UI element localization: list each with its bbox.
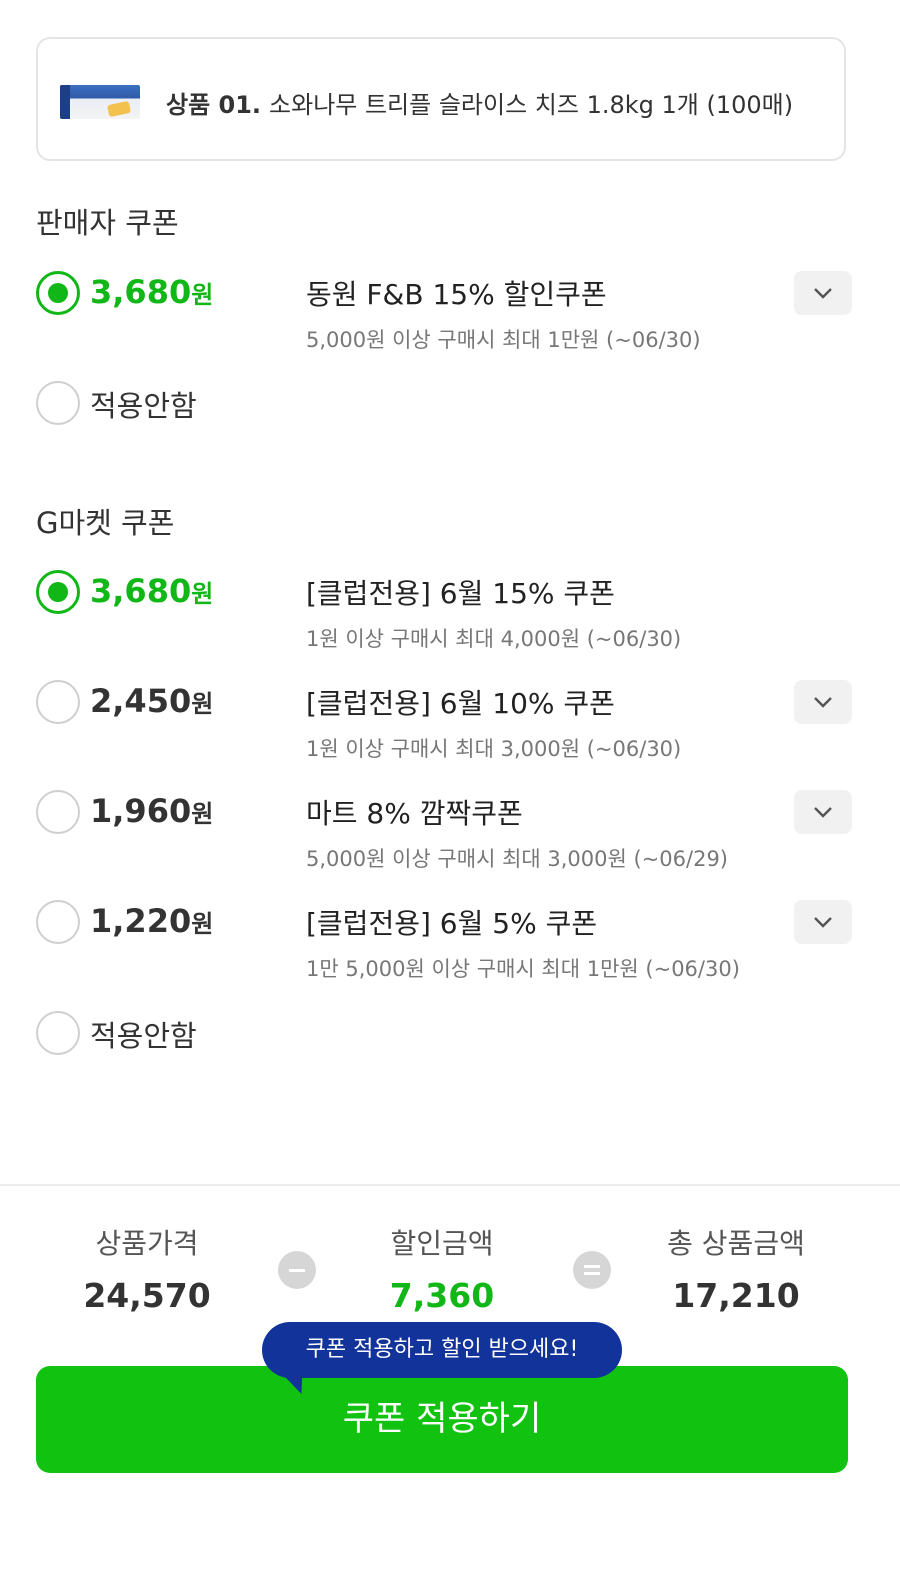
- coupon-radio[interactable]: [36, 1011, 80, 1055]
- coupon-row[interactable]: 1,960원 마트 8% 깜짝쿠폰 5,000원 이상 구매시 최대 3,000…: [0, 790, 900, 890]
- coupon-row-none[interactable]: 적용안함: [0, 381, 900, 481]
- coupon-row[interactable]: 3,680원 [클럽전용] 6월 15% 쿠폰 1원 이상 구매시 최대 4,0…: [0, 570, 900, 670]
- equals-icon: [573, 1251, 611, 1289]
- coupon-amount: 1,960원: [90, 792, 214, 830]
- expand-coupon-button[interactable]: [794, 790, 852, 834]
- expand-coupon-button[interactable]: [794, 900, 852, 944]
- product-label: 상품 01.: [166, 91, 262, 119]
- coupon-radio-selected[interactable]: [36, 271, 80, 315]
- discount-label: 할인금액: [390, 1227, 494, 1260]
- coupon-condition: 1만 5,000원 이상 구매시 최대 1만원 (~06/30): [306, 957, 740, 981]
- coupon-amount: 3,680원: [90, 273, 214, 311]
- expand-coupon-button[interactable]: [794, 680, 852, 724]
- coupon-radio[interactable]: [36, 680, 80, 724]
- coupon-name: 동원 F&B 15% 할인쿠폰: [306, 278, 607, 311]
- price-label: 상품가격: [95, 1227, 199, 1260]
- apply-coupon-button[interactable]: 쿠폰 적용하기: [36, 1366, 848, 1473]
- coupon-row-none[interactable]: 적용안함: [0, 1011, 900, 1111]
- coupon-amount: 2,450원: [90, 682, 214, 720]
- coupon-radio[interactable]: [36, 900, 80, 944]
- total-label: 총 상품금액: [667, 1227, 805, 1260]
- total-value: 17,210: [672, 1276, 800, 1315]
- minus-icon: [278, 1251, 316, 1289]
- product-title: 상품 01. 소와나무 트리플 슬라이스 치즈 1.8kg 1개 (100매): [166, 85, 793, 120]
- coupon-row[interactable]: 3,680원 동원 F&B 15% 할인쿠폰 5,000원 이상 구매시 최대 …: [0, 271, 900, 371]
- coupon-name: [클럽전용] 6월 15% 쿠폰: [306, 577, 615, 610]
- cheese-package-thumbnail: [60, 85, 140, 119]
- coupon-condition: 1원 이상 구매시 최대 4,000원 (~06/30): [306, 627, 682, 651]
- product-card: 상품 01. 소와나무 트리플 슬라이스 치즈 1.8kg 1개 (100매): [36, 37, 846, 161]
- coupon-amount: 1,220원: [90, 902, 214, 940]
- coupon-tooltip: 쿠폰 적용하고 할인 받으세요!: [262, 1322, 622, 1378]
- no-coupon-label: 적용안함: [90, 1019, 197, 1053]
- product-name: 소와나무 트리플 슬라이스 치즈 1.8kg 1개 (100매): [269, 91, 794, 119]
- chevron-down-icon: [814, 917, 832, 928]
- seller-coupon-title: 판매자 쿠폰: [36, 206, 179, 240]
- coupon-row[interactable]: 2,450원 [클럽전용] 6월 10% 쿠폰 1원 이상 구매시 최대 3,0…: [0, 680, 900, 780]
- total-summary: 총 상품금액 17,210: [616, 1222, 856, 1315]
- coupon-name: [클럽전용] 6월 5% 쿠폰: [306, 907, 598, 940]
- price-summary: 상품가격 24,570: [27, 1222, 267, 1315]
- coupon-radio-selected[interactable]: [36, 570, 80, 614]
- coupon-condition: 5,000원 이상 구매시 최대 3,000원 (~06/29): [306, 847, 728, 871]
- chevron-down-icon: [814, 288, 832, 299]
- coupon-radio[interactable]: [36, 790, 80, 834]
- coupon-condition: 1원 이상 구매시 최대 3,000원 (~06/30): [306, 737, 682, 761]
- chevron-down-icon: [814, 807, 832, 818]
- expand-coupon-button[interactable]: [794, 271, 852, 315]
- coupon-amount: 3,680원: [90, 572, 214, 610]
- coupon-radio[interactable]: [36, 381, 80, 425]
- chevron-down-icon: [814, 697, 832, 708]
- discount-summary: 할인금액 7,360: [322, 1222, 562, 1315]
- gmarket-coupon-title: G마켓 쿠폰: [36, 506, 175, 540]
- divider: [0, 1184, 900, 1186]
- discount-value: 7,360: [389, 1276, 495, 1315]
- no-coupon-label: 적용안함: [90, 389, 197, 423]
- coupon-condition: 5,000원 이상 구매시 최대 1만원 (~06/30): [306, 328, 701, 352]
- coupon-row[interactable]: 1,220원 [클럽전용] 6월 5% 쿠폰 1만 5,000원 이상 구매시 …: [0, 900, 900, 1000]
- coupon-name: 마트 8% 깜짝쿠폰: [306, 797, 523, 830]
- price-value: 24,570: [83, 1276, 211, 1315]
- coupon-name: [클럽전용] 6월 10% 쿠폰: [306, 687, 615, 720]
